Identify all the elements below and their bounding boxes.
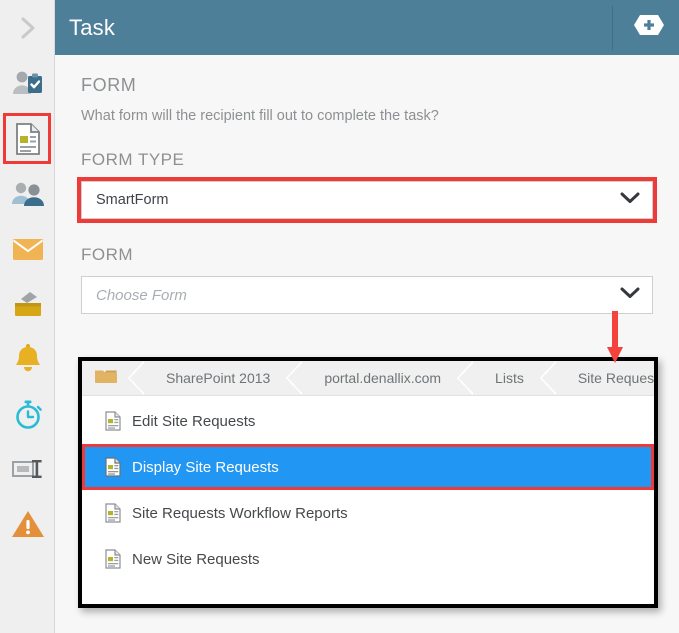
rail-icon-list (0, 56, 55, 551)
breadcrumb-item-0[interactable]: SharePoint 2013 (144, 361, 286, 395)
page-header: Task (55, 0, 679, 55)
sidebar-item-task[interactable] (0, 56, 55, 111)
form-picker-dropdown: SharePoint 2013 portal.denallix.com List… (78, 357, 658, 608)
expand-panel-button[interactable] (0, 0, 55, 55)
list-item-label: Display Site Requests (132, 458, 279, 476)
left-icon-rail (0, 0, 55, 633)
chevron-right-icon (18, 14, 38, 42)
list-item-label: Site Requests Workflow Reports (132, 504, 348, 522)
envelope-icon (11, 236, 45, 262)
form-type-select-wrap: SmartForm (77, 177, 657, 223)
list-item-label: New Site Requests (132, 550, 260, 568)
stopwatch-icon (12, 398, 44, 430)
list-item[interactable]: Site Requests Workflow Reports (82, 490, 654, 536)
form-field-label: FORM (81, 245, 134, 264)
breadcrumb-separator (457, 361, 474, 395)
breadcrumb-item-1[interactable]: portal.denallix.com (302, 361, 457, 395)
list-item[interactable]: New Site Requests (82, 536, 654, 582)
form-document-icon (13, 122, 43, 156)
form-section-description: What form will the recipient fill out to… (81, 108, 439, 124)
form-item-icon (104, 411, 121, 431)
sidebar-item-timer[interactable] (0, 386, 55, 441)
breadcrumb-root-folder[interactable] (82, 361, 128, 395)
sidebar-item-escalation[interactable] (0, 496, 55, 551)
bell-icon (13, 343, 43, 375)
breadcrumb: SharePoint 2013 portal.denallix.com List… (82, 361, 654, 396)
task-form-configuration-screen: Task FORM What form will the recipient f… (0, 0, 679, 633)
form-item-icon (104, 549, 121, 569)
inbox-tray-icon (11, 289, 45, 319)
users-icon (10, 180, 46, 208)
chevron-down-icon (620, 192, 640, 209)
form-item-icon (104, 503, 121, 523)
form-type-label: FORM TYPE (81, 150, 185, 169)
breadcrumb-separator (539, 361, 556, 395)
sidebar-item-inbox[interactable] (0, 276, 55, 331)
sidebar-item-placeholder[interactable] (0, 441, 55, 496)
field-placeholder-icon (11, 456, 45, 482)
page-title: Task (69, 14, 116, 40)
breadcrumb-item-3[interactable]: Site Requests (556, 361, 654, 395)
form-section-title: FORM (81, 75, 137, 95)
chevron-down-icon (620, 287, 640, 304)
user-task-icon (11, 69, 45, 99)
folder-icon (94, 367, 118, 390)
breadcrumb-separator (286, 361, 303, 395)
sidebar-item-email[interactable] (0, 221, 55, 276)
list-item[interactable]: Display Site Requests (82, 444, 654, 490)
sidebar-item-notification[interactable] (0, 331, 55, 386)
form-type-value: SmartForm (96, 192, 169, 208)
form-type-select[interactable]: SmartForm (81, 181, 653, 219)
plus-badge-icon (633, 14, 665, 41)
sidebar-item-form[interactable] (0, 111, 55, 166)
form-select-wrap: Choose Form (81, 276, 653, 314)
form-select-placeholder: Choose Form (96, 286, 187, 304)
breadcrumb-item-2[interactable]: Lists (473, 361, 540, 395)
warning-triangle-icon (11, 509, 45, 539)
form-select[interactable]: Choose Form (81, 276, 653, 314)
list-item[interactable]: Edit Site Requests (82, 398, 654, 444)
list-item-label: Edit Site Requests (132, 412, 256, 430)
form-item-icon (104, 457, 121, 477)
breadcrumb-separator (128, 361, 144, 395)
form-list: Edit Site Requests Display Site Requests (82, 396, 654, 582)
header-divider (612, 5, 613, 50)
add-button[interactable] (633, 14, 665, 41)
sidebar-item-users[interactable] (0, 166, 55, 221)
